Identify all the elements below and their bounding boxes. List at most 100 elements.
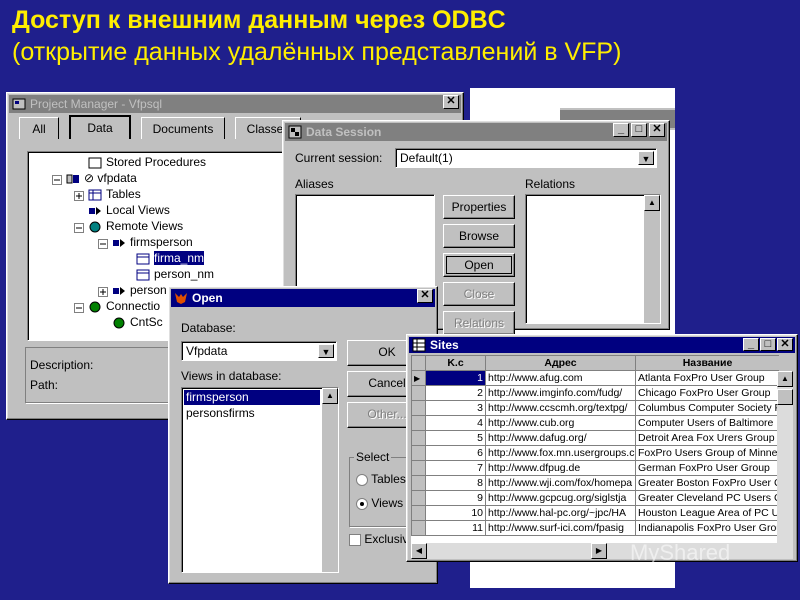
table-row[interactable]: 2 http://www.imginfo.com/fudg/Chicago Fox… [411, 385, 779, 401]
table-row[interactable]: 10 http://www.hal-pc.org/~jpc/HA Houston L… [411, 505, 779, 521]
project-manager-close-button[interactable]: ✕ [443, 95, 459, 109]
cell-name[interactable]: FoxPro Users Group of Minnesc [635, 445, 779, 461]
tab-data[interactable]: Data [69, 115, 131, 139]
cell-kc[interactable]: 4 [425, 415, 486, 431]
tree-item-tables[interactable]: Tables [74, 186, 141, 202]
row-selector[interactable] [411, 475, 426, 491]
table-row[interactable]: 6 http://www.fox.mn.usergroups.c FoxPro Us… [411, 445, 779, 461]
close-session-button[interactable]: Close [443, 282, 515, 306]
sites-horizontal-scrollbar[interactable]: ◀ ▶ [411, 543, 793, 559]
scroll-right-icon[interactable]: ▶ [591, 543, 607, 559]
cell-addr[interactable]: http://www.dfpug.de [485, 460, 636, 476]
sites-grid-container[interactable]: K.c Адрес Название ▶ 1 http://www.afug.com… [411, 355, 779, 545]
row-selector[interactable] [411, 520, 426, 536]
minimize-button[interactable]: _ [613, 123, 629, 137]
scroll-up-icon[interactable]: ▲ [322, 388, 338, 404]
table-row[interactable]: 7 http://www.dfpug.de German FoxPro User G… [411, 460, 779, 476]
list-item[interactable]: firmsperson [184, 390, 320, 405]
relations-button[interactable]: Relations [443, 311, 515, 335]
close-button[interactable]: ✕ [777, 338, 793, 351]
collapse-icon[interactable] [74, 301, 84, 313]
collapse-icon[interactable] [74, 221, 84, 233]
cell-addr[interactable]: http://www.cub.org [485, 415, 636, 431]
tree-item-local-views[interactable]: Local Views [88, 202, 170, 218]
row-selector[interactable] [411, 385, 426, 401]
cell-addr[interactable]: http://www.imginfo.com/fudg/ [485, 385, 636, 401]
chevron-down-icon[interactable]: ▼ [318, 344, 334, 358]
cell-kc[interactable]: 9 [425, 490, 486, 506]
table-row[interactable]: 5 http://www.dafug.org/Detroit Area Fox U… [411, 430, 779, 446]
collapse-icon[interactable] [98, 237, 108, 249]
list-item[interactable]: personsfirms [184, 406, 320, 421]
cell-name[interactable]: Indianapolis FoxPro User Group [635, 520, 779, 536]
tree-item-connections[interactable]: Connectio [74, 298, 160, 314]
maximize-button[interactable]: □ [760, 338, 776, 351]
cell-kc[interactable]: 7 [425, 460, 486, 476]
cell-name[interactable]: Detroit Area Fox Urers Group [635, 430, 779, 446]
table-row[interactable]: 4 http://www.cub.org Computer Users of Bal… [411, 415, 779, 431]
tree-item-vfpdata[interactable]: ⊘ vfpdata [52, 170, 137, 186]
current-row-indicator-icon[interactable]: ▶ [411, 370, 426, 386]
row-selector[interactable] [411, 445, 426, 461]
scroll-thumb[interactable] [777, 389, 793, 405]
project-manager-titlebar[interactable]: Project Manager - Vfpsql [9, 95, 461, 113]
row-selector[interactable] [411, 505, 426, 521]
table-row[interactable]: ▶ 1 http://www.afug.com Atlanta FoxPro User… [411, 370, 779, 386]
cell-kc[interactable]: 8 [425, 475, 486, 491]
cell-name[interactable]: Greater Boston FoxPro User Gr [635, 475, 779, 491]
cell-addr[interactable]: http://www.dafug.org/ [485, 430, 636, 446]
cell-name[interactable]: Atlanta FoxPro User Group [635, 370, 779, 386]
chevron-down-icon[interactable]: ▼ [638, 151, 654, 165]
data-session-titlebar[interactable]: Data Session [285, 123, 667, 141]
column-header-kc[interactable]: K.c [425, 355, 486, 371]
cell-kc[interactable]: 5 [425, 430, 486, 446]
row-selector[interactable] [411, 430, 426, 446]
cell-name[interactable]: Houston League Area of PC Us [635, 505, 779, 521]
current-session-combo[interactable]: Default(1) ▼ [395, 148, 657, 168]
cell-addr[interactable]: http://www.hal-pc.org/~jpc/HA [485, 505, 636, 521]
tree-item-personsfirms[interactable]: person [98, 282, 167, 298]
maximize-button[interactable]: □ [631, 123, 647, 137]
cell-kc[interactable]: 3 [425, 400, 486, 416]
tree-item-stored-procedures[interactable]: Stored Procedures [88, 154, 206, 170]
tree-item-firmsperson[interactable]: firmsperson [98, 234, 193, 250]
views-scrollbar[interactable]: ▲ [322, 388, 338, 572]
table-row[interactable]: 8 http://www.wji.com/fox/homepa Greater Bo… [411, 475, 779, 491]
cell-addr[interactable]: http://www.fox.mn.usergroups.c [485, 445, 636, 461]
open-dialog-titlebar[interactable]: Open [171, 289, 435, 307]
row-selector[interactable] [411, 460, 426, 476]
tree-item-remote-views[interactable]: Remote Views [74, 218, 183, 234]
cell-kc[interactable]: 11 [425, 520, 486, 536]
column-header-addr[interactable]: Адрес [485, 355, 636, 371]
relations-scrollbar[interactable]: ▲ [644, 195, 660, 323]
collapse-icon[interactable] [52, 173, 62, 185]
cell-name[interactable]: German FoxPro User Group [635, 460, 779, 476]
table-row[interactable]: 3 http://www.ccscmh.org/textpg/Columbus C… [411, 400, 779, 416]
properties-button[interactable]: Properties [443, 195, 515, 219]
cell-kc[interactable]: 1 [425, 370, 486, 386]
tree-item-person-nm[interactable]: person_nm [136, 266, 214, 282]
table-row[interactable]: 9 http://www.gcpcug.org/siglstja Greater C… [411, 490, 779, 506]
tree-item-firma-nm[interactable]: firma_nm [136, 250, 205, 266]
cell-kc[interactable]: 2 [425, 385, 486, 401]
cell-name[interactable]: Chicago FoxPro User Group [635, 385, 779, 401]
tab-documents[interactable]: Documents [141, 117, 225, 139]
row-selector[interactable] [411, 400, 426, 416]
scroll-up-icon[interactable]: ▲ [777, 371, 793, 387]
cell-kc[interactable]: 10 [425, 505, 486, 521]
expand-icon[interactable] [98, 285, 108, 297]
sites-vertical-scrollbar[interactable]: ▲ [777, 371, 793, 545]
close-button[interactable]: ✕ [649, 123, 665, 137]
cell-name[interactable]: Computer Users of Baltimore Fo [635, 415, 779, 431]
cell-kc[interactable]: 6 [425, 445, 486, 461]
cell-addr[interactable]: http://www.afug.com [485, 370, 636, 386]
cell-addr[interactable]: http://www.ccscmh.org/textpg/ [485, 400, 636, 416]
cell-addr[interactable]: http://www.gcpcug.org/siglstja [485, 490, 636, 506]
open-dialog-close-button[interactable]: ✕ [417, 289, 433, 303]
cell-name[interactable]: Columbus Computer Society Fo [635, 400, 779, 416]
table-row[interactable]: 11 http://www.surf-ici.com/fpasig Indianap… [411, 520, 779, 536]
cell-name[interactable]: Greater Cleveland PC Users Gr [635, 490, 779, 506]
column-header-name[interactable]: Название [635, 355, 779, 371]
open-button[interactable]: Open [443, 253, 515, 277]
cell-addr[interactable]: http://www.surf-ici.com/fpasig [485, 520, 636, 536]
